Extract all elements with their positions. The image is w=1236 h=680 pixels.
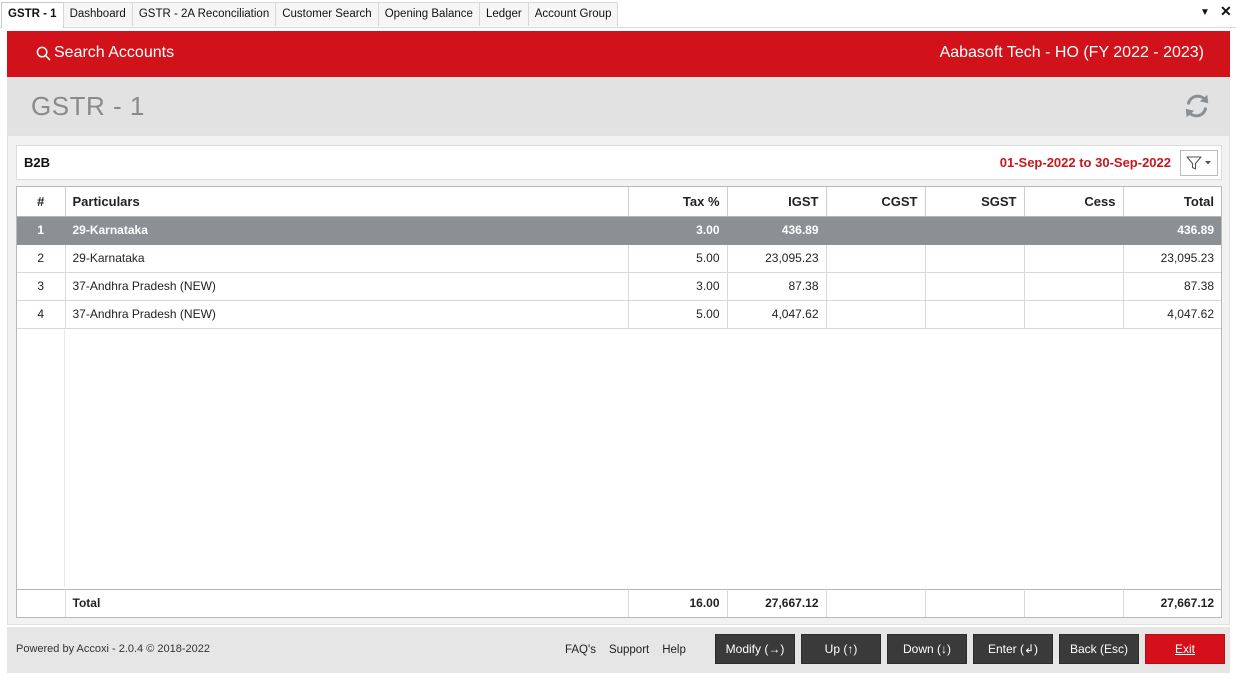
cell-tax: 5.00 <box>628 244 728 273</box>
table-row[interactable]: 2 29-Karnataka 5.00 23,095.23 23,095.23 <box>17 244 1221 273</box>
section-bar: B2B 01-Sep-2022 to 30-Sep-2022 <box>16 145 1222 180</box>
help-link[interactable]: Help <box>662 644 686 656</box>
cell-cess <box>1024 272 1124 301</box>
date-range: 01-Sep-2022 to 30-Sep-2022 <box>999 155 1171 170</box>
cell-particulars: 37-Andhra Pradesh (NEW) <box>65 272 629 301</box>
cell-tax: 3.00 <box>628 272 728 301</box>
table-row[interactable]: 3 37-Andhra Pradesh (NEW) 3.00 87.38 87.… <box>17 272 1221 301</box>
support-link[interactable]: Support <box>609 644 649 656</box>
total-cgst <box>826 588 926 617</box>
tab-gstr-2a-reconciliation[interactable]: GSTR - 2A Reconciliation <box>131 2 277 26</box>
table-row[interactable]: 1 29-Karnataka 3.00 436.89 436.89 <box>17 216 1221 245</box>
tab-customer-search[interactable]: Customer Search <box>275 2 379 26</box>
tab-list: GSTR - 1 Dashboard GSTR - 2A Reconciliat… <box>1 2 619 28</box>
filter-button[interactable] <box>1180 150 1218 176</box>
cell-total: 436.89 <box>1123 216 1221 245</box>
tab-strip: GSTR - 1 Dashboard GSTR - 2A Reconciliat… <box>0 0 1236 28</box>
page-header: GSTR - 1 <box>7 77 1230 135</box>
cell-cgst <box>826 244 926 273</box>
cell-number: 1 <box>17 216 66 245</box>
modify-button[interactable]: Modify (→) <box>715 634 795 664</box>
totals-row: Total 16.00 27,667.12 27,667.12 <box>17 588 1221 617</box>
footer-bar: Powered by Accoxi - 2.0.4 © 2018-2022 FA… <box>7 627 1230 673</box>
cell-number: 2 <box>17 244 66 273</box>
cell-total: 4,047.62 <box>1123 300 1221 329</box>
total-tax: 16.00 <box>628 588 728 617</box>
cell-igst: 23,095.23 <box>727 244 827 273</box>
back-button[interactable]: Back (Esc) <box>1059 634 1139 664</box>
cell-igst: 436.89 <box>727 216 827 245</box>
refresh-icon[interactable] <box>1182 91 1212 121</box>
gstr-table: # Particulars Tax % IGST CGST SGST Cess … <box>16 186 1222 618</box>
app-header: Search Accounts Aabasoft Tech - HO (FY 2… <box>7 31 1230 77</box>
cell-sgst <box>925 216 1025 245</box>
table-row[interactable]: 4 37-Andhra Pradesh (NEW) 5.00 4,047.62 … <box>17 300 1221 329</box>
column-header-total[interactable]: Total <box>1123 187 1221 217</box>
column-header-particulars[interactable]: Particulars <box>65 187 629 217</box>
tab-dropdown-icon[interactable]: ▼ <box>1200 7 1210 18</box>
totals-row-table: Total 16.00 27,667.12 27,667.12 <box>17 588 1221 617</box>
cell-sgst <box>925 272 1025 301</box>
cell-cgst <box>826 216 926 245</box>
cell-tax: 3.00 <box>628 216 728 245</box>
column-header-sgst[interactable]: SGST <box>925 187 1025 217</box>
column-header-cgst[interactable]: CGST <box>826 187 926 217</box>
total-label: Total <box>65 588 629 617</box>
cell-cess <box>1024 300 1124 329</box>
total-sgst <box>925 588 1025 617</box>
table-header-row: # Particulars Tax % IGST CGST SGST Cess … <box>17 187 1221 217</box>
cell-sgst <box>925 244 1025 273</box>
cell-number: 3 <box>17 272 66 301</box>
tab-account-group[interactable]: Account Group <box>527 2 619 26</box>
content-area: B2B 01-Sep-2022 to 30-Sep-2022 # Particu… <box>7 135 1230 625</box>
company-name: Aabasoft Tech - HO (FY 2022 - 2023) <box>939 44 1204 61</box>
cell-cess <box>1024 216 1124 245</box>
cell-total: 23,095.23 <box>1123 244 1221 273</box>
close-icon[interactable]: ✕ <box>1220 3 1232 20</box>
cell-particulars: 29-Karnataka <box>65 244 629 273</box>
cell-particulars: 29-Karnataka <box>65 216 629 245</box>
column-header-tax[interactable]: Tax % <box>628 187 728 217</box>
search-accounts-label: Search Accounts <box>54 44 175 61</box>
cell-cgst <box>826 272 926 301</box>
exit-button[interactable]: Exit <box>1145 634 1225 664</box>
section-title: B2B <box>24 155 51 170</box>
cell-igst: 87.38 <box>727 272 827 301</box>
gstr-grid: # Particulars Tax % IGST CGST SGST Cess … <box>17 187 1221 329</box>
app-window: GSTR - 1 Dashboard GSTR - 2A Reconciliat… <box>0 0 1236 680</box>
grid-divider <box>64 329 65 587</box>
column-header-number[interactable]: # <box>17 187 66 217</box>
cell-total: 87.38 <box>1123 272 1221 301</box>
footer-links: FAQ's Support Help <box>565 644 686 656</box>
cell-number: 4 <box>17 300 66 329</box>
cell-tax: 5.00 <box>628 300 728 329</box>
enter-button[interactable]: Enter (↲) <box>973 634 1053 664</box>
cell-sgst <box>925 300 1025 329</box>
total-total: 27,667.12 <box>1123 588 1221 617</box>
page-title: GSTR - 1 <box>31 91 145 121</box>
tab-ledger[interactable]: Ledger <box>478 2 529 26</box>
total-igst: 27,667.12 <box>727 588 827 617</box>
cell-particulars: 37-Andhra Pradesh (NEW) <box>65 300 629 329</box>
down-button[interactable]: Down (↓) <box>887 634 967 664</box>
filter-icon <box>1186 156 1211 170</box>
tab-gstr-1[interactable]: GSTR - 1 <box>1 2 64 28</box>
column-header-cess[interactable]: Cess <box>1024 187 1124 217</box>
total-cess <box>1024 588 1124 617</box>
powered-by-text: Powered by Accoxi - 2.0.4 © 2018-2022 <box>16 643 210 655</box>
cell-cess <box>1024 244 1124 273</box>
grid-empty-area <box>17 329 1221 587</box>
tab-opening-balance[interactable]: Opening Balance <box>377 2 480 26</box>
total-cell-number <box>17 588 66 617</box>
search-icon <box>36 46 51 60</box>
column-header-igst[interactable]: IGST <box>727 187 827 217</box>
faq-link[interactable]: FAQ's <box>565 644 596 656</box>
tab-dashboard[interactable]: Dashboard <box>62 2 133 26</box>
cell-igst: 4,047.62 <box>727 300 827 329</box>
search-accounts-button[interactable]: Search Accounts <box>36 44 174 62</box>
cell-cgst <box>826 300 926 329</box>
up-button[interactable]: Up (↑) <box>801 634 881 664</box>
